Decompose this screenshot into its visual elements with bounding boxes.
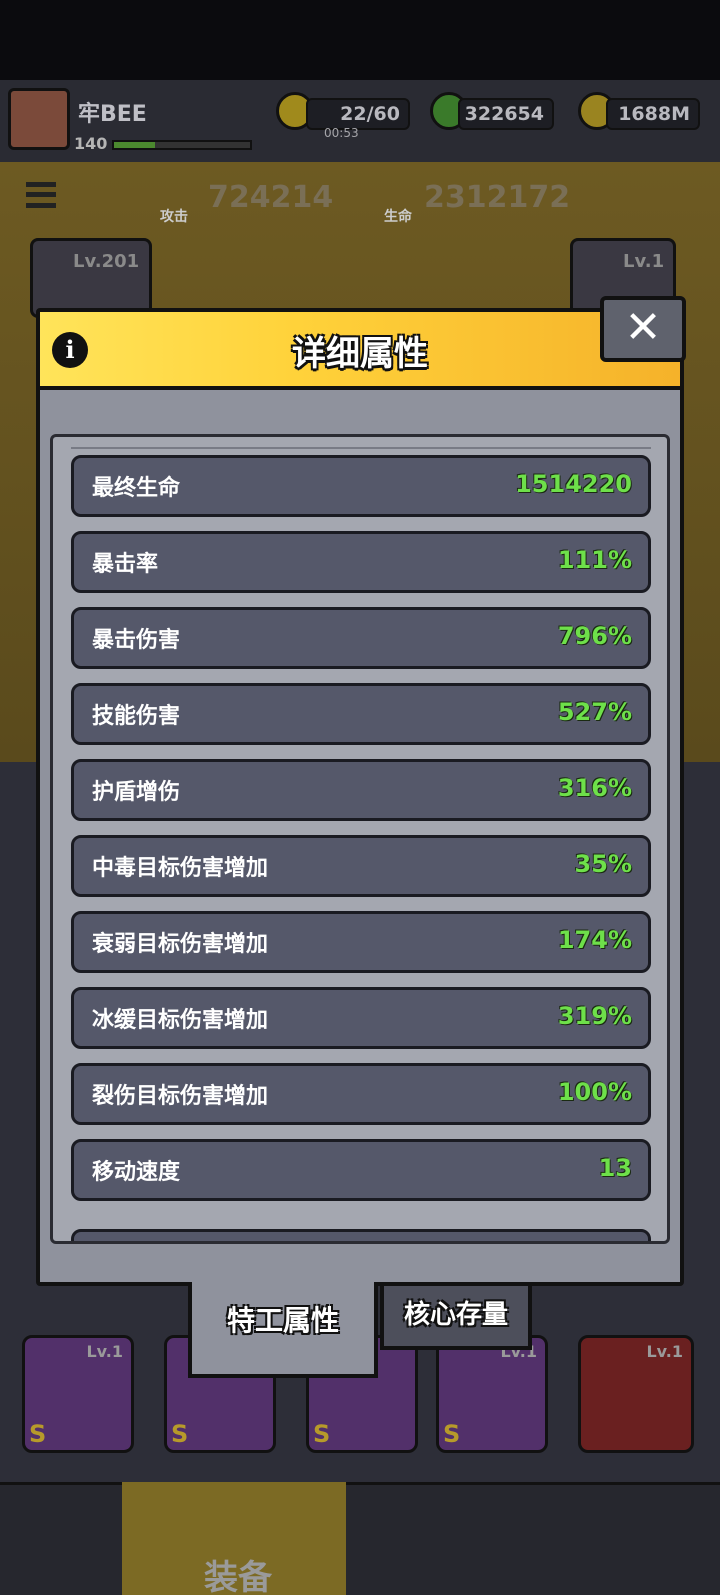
stat-label: 技能伤害: [92, 704, 181, 729]
hp-label: 生命: [384, 209, 412, 225]
stat-row: 暴击伤害 796%: [71, 607, 651, 669]
close-button[interactable]: ✕: [600, 296, 686, 362]
stat-row: 护盾增伤 316%: [71, 759, 651, 821]
player-name: 牢BEE: [78, 102, 147, 127]
stat-row: 技能伤害 527%: [71, 683, 651, 745]
stat-label: 护盾增伤: [92, 780, 181, 805]
gold-counter[interactable]: 1688M: [606, 98, 700, 130]
nav-star-icon[interactable]: [348, 1482, 468, 1595]
list-divider: [71, 447, 651, 449]
slot-level: Lv.1: [86, 1342, 123, 1361]
stat-row: 衰弱目标伤害增加 174%: [71, 911, 651, 973]
stat-row: 移动速度 13: [71, 1139, 651, 1201]
stat-label: 裂伤目标伤害增加: [92, 1084, 269, 1109]
stat-label: 中毒目标伤害增加: [92, 856, 269, 881]
tab-agent-attributes[interactable]: 特工属性: [188, 1282, 378, 1378]
tab-core-inventory[interactable]: 核心存量: [380, 1282, 532, 1350]
slot-grade: S: [171, 1420, 189, 1448]
stat-value: 35%: [574, 850, 632, 878]
stat-label: 暴击伤害: [92, 628, 181, 653]
slot-grade: S: [443, 1420, 461, 1448]
nav-equipment-label: 装备: [204, 1558, 272, 1595]
stat-value: 319%: [557, 1002, 632, 1030]
nav-shop-icon[interactable]: [0, 1482, 120, 1595]
attack-label: 攻击: [160, 209, 188, 225]
player-avatar[interactable]: [8, 88, 70, 150]
weapon-level: Lv.201: [73, 251, 140, 272]
system-status-bar: [0, 0, 720, 80]
equip-slot[interactable]: Lv.1: [578, 1335, 694, 1453]
hp-value: 2312172: [424, 180, 571, 215]
stat-value: 13: [598, 1154, 632, 1182]
stat-row: 最终生命 1514220: [71, 455, 651, 517]
slot-grade: S: [313, 1420, 331, 1448]
menu-icon[interactable]: [26, 182, 56, 208]
stat-value: 316%: [557, 774, 632, 802]
slot-level: Lv.1: [646, 1342, 683, 1361]
stat-value: 111%: [557, 546, 632, 574]
stat-label: 最终生命: [92, 476, 181, 501]
modal-header: i 详细属性: [40, 312, 680, 390]
stat-row-partial: [71, 1229, 651, 1241]
exp-bar: [112, 140, 252, 150]
stat-label: 衰弱目标伤害增加: [92, 932, 269, 957]
armor-level: Lv.1: [623, 251, 665, 272]
energy-timer: 00:53: [324, 126, 359, 140]
gem-counter[interactable]: 322654: [458, 98, 554, 130]
stat-row: 暴击率 111%: [71, 531, 651, 593]
slot-grade: S: [29, 1420, 47, 1448]
stat-label: 移动速度: [92, 1160, 181, 1185]
nav-wheel-icon[interactable]: [470, 1482, 590, 1595]
stat-value: 796%: [557, 622, 632, 650]
stat-row: 冰缓目标伤害增加 319%: [71, 987, 651, 1049]
modal-title: 详细属性: [292, 334, 428, 374]
equip-slot[interactable]: Lv.1 S: [22, 1335, 134, 1453]
weapon-card[interactable]: Lv.201: [30, 238, 152, 318]
attack-value: 724214: [208, 180, 334, 215]
stat-value: 174%: [557, 926, 632, 954]
detail-stats-modal: i 详细属性 最终生命 1514220 暴击率 111% 暴击伤害 796% 技…: [36, 308, 684, 1286]
nav-scroll-icon[interactable]: [592, 1482, 720, 1595]
stat-label: 暴击率: [92, 552, 159, 577]
stat-value: 527%: [557, 698, 632, 726]
player-level: 140: [74, 134, 108, 153]
stat-value: 100%: [557, 1078, 632, 1106]
stat-row: 裂伤目标伤害增加 100%: [71, 1063, 651, 1125]
stat-row: 中毒目标伤害增加 35%: [71, 835, 651, 897]
stat-value: 1514220: [515, 470, 632, 498]
stats-list[interactable]: 最终生命 1514220 暴击率 111% 暴击伤害 796% 技能伤害 527…: [50, 434, 670, 1244]
stat-label: 冰缓目标伤害增加: [92, 1008, 269, 1033]
equip-slot[interactable]: Lv.1 S: [436, 1335, 548, 1453]
